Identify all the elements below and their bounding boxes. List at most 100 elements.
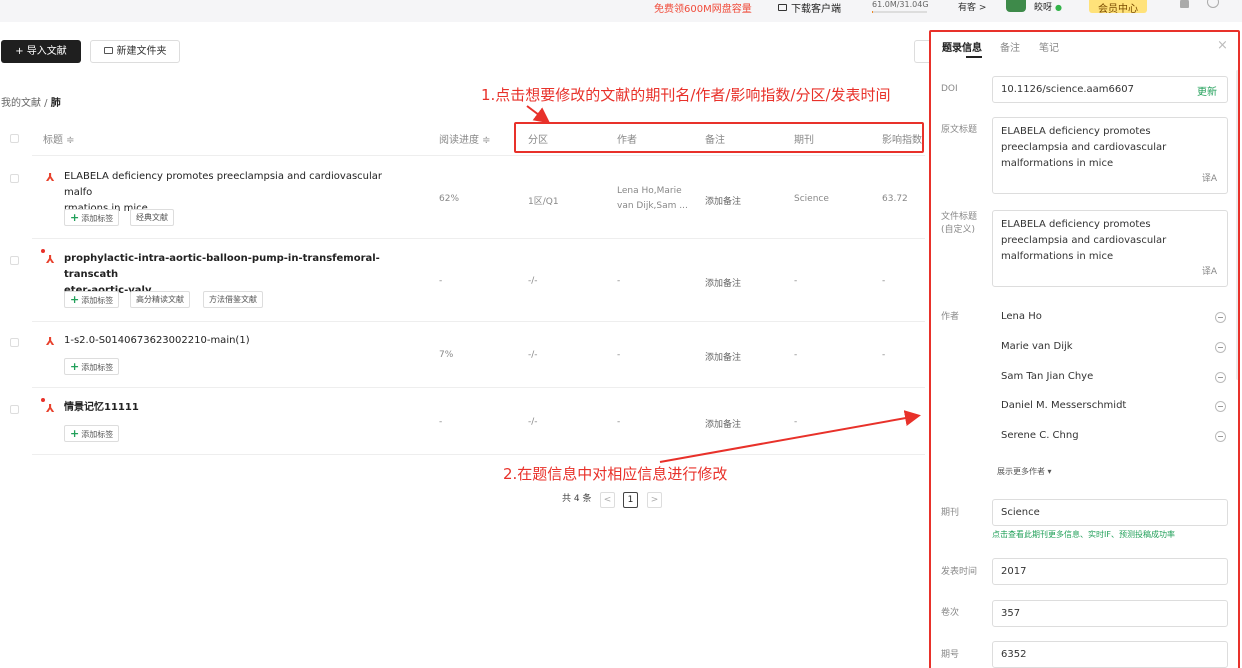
- volume-field[interactable]: 357: [992, 600, 1228, 627]
- select-all-checkbox[interactable]: [10, 134, 19, 143]
- bell-icon[interactable]: [1180, 0, 1189, 8]
- add-note-link[interactable]: 添加备注: [705, 350, 741, 363]
- add-tag-button[interactable]: + 添加标签: [64, 425, 120, 442]
- literature-title[interactable]: 情景记忆11111: [64, 400, 394, 416]
- journal-cell[interactable]: -: [794, 350, 797, 360]
- file-title-field[interactable]: ELABELA deficiency promotes preeclampsia…: [992, 210, 1228, 287]
- verified-shield-icon: ●: [1055, 3, 1062, 12]
- extra-menu[interactable]: 有客 >: [958, 0, 986, 13]
- reading-progress: -: [439, 276, 443, 286]
- promo-link[interactable]: 免费领600M网盘容量: [654, 0, 752, 15]
- pdf-file-icon: ⅄: [46, 335, 55, 348]
- impact-cell[interactable]: 63.72: [882, 194, 908, 204]
- user-name-label: 皎呀: [1034, 3, 1053, 13]
- remove-author-icon[interactable]: [1215, 401, 1226, 412]
- author-cell[interactable]: Lena Ho,Marie van Dijk,Sam ...: [617, 184, 697, 214]
- add-tag-button[interactable]: + 添加标签: [64, 291, 120, 308]
- doi-label: DOI: [941, 84, 958, 94]
- remove-author-icon[interactable]: [1215, 312, 1226, 323]
- tab-remarks[interactable]: 备注: [1000, 39, 1020, 54]
- author-entry[interactable]: Lena Ho: [1001, 311, 1042, 322]
- author-cell[interactable]: -: [617, 276, 620, 286]
- row-divider: [32, 387, 925, 388]
- tab-citation-info[interactable]: 题录信息: [942, 39, 982, 54]
- tag-chip[interactable]: 高分精读文献: [130, 291, 190, 308]
- impact-cell[interactable]: -: [882, 276, 885, 286]
- add-note-link[interactable]: 添加备注: [705, 417, 741, 430]
- volume-value: 357: [1001, 608, 1021, 619]
- row-checkbox[interactable]: [10, 256, 19, 265]
- column-header-title[interactable]: 标题 ≑: [43, 131, 75, 146]
- unread-dot: [41, 398, 45, 402]
- user-name[interactable]: 皎呀 ●: [1034, 0, 1062, 13]
- panel-scrollbar[interactable]: [1236, 70, 1239, 380]
- author-entry[interactable]: Sam Tan Jian Chye: [1001, 371, 1093, 382]
- translate-icon[interactable]: 译A: [1202, 264, 1217, 280]
- import-literature-button[interactable]: + 导入文献: [1, 40, 81, 63]
- original-title-field[interactable]: ELABELA deficiency promotes preeclampsia…: [992, 117, 1228, 194]
- download-client-label: 下载客户端: [791, 4, 841, 15]
- zone-cell[interactable]: 1区/Q1: [528, 194, 559, 207]
- row-checkbox[interactable]: [10, 174, 19, 183]
- add-tag-button[interactable]: + 添加标签: [64, 209, 120, 226]
- author-entry[interactable]: Marie van Dijk: [1001, 341, 1073, 352]
- avatar[interactable]: [1006, 0, 1026, 12]
- top-bar: 免费领600M网盘容量 下载客户端 61.0M/31.04G 有客 > 皎呀 ● …: [0, 0, 1242, 22]
- tag-chip[interactable]: 经典文献: [130, 209, 174, 226]
- breadcrumb-separator: /: [41, 98, 51, 109]
- journal-info-link[interactable]: 点击查看此期刊更多信息、实时IF、预测投稿成功率: [992, 529, 1175, 540]
- translate-icon[interactable]: 译A: [1202, 171, 1217, 187]
- journal-field[interactable]: Science: [992, 499, 1228, 526]
- add-tag-button[interactable]: + 添加标签: [64, 358, 120, 375]
- add-tag-label: 添加标签: [81, 430, 114, 439]
- reading-progress: 62%: [439, 194, 460, 204]
- tab-notes[interactable]: 笔记: [1039, 39, 1059, 54]
- row-divider: [32, 238, 925, 239]
- journal-cell[interactable]: -: [794, 417, 797, 427]
- row-divider: [32, 321, 925, 322]
- author-entry[interactable]: Daniel M. Messerschmidt: [1001, 400, 1126, 411]
- remove-author-icon[interactable]: [1215, 342, 1226, 353]
- download-client-link[interactable]: 下载客户端: [778, 0, 841, 15]
- zone-cell[interactable]: -/-: [528, 417, 538, 427]
- journal-label: 期刊: [941, 508, 960, 518]
- remove-author-icon[interactable]: [1215, 431, 1226, 442]
- unread-dot: [41, 249, 45, 253]
- close-icon[interactable]: ×: [1217, 38, 1228, 53]
- author-cell[interactable]: -: [617, 417, 620, 427]
- breadcrumb-root[interactable]: 我的文献: [1, 98, 41, 109]
- help-icon[interactable]: [1207, 0, 1219, 8]
- zone-cell[interactable]: -/-: [528, 350, 538, 360]
- journal-cell[interactable]: -: [794, 276, 797, 286]
- new-folder-button[interactable]: 新建文件夹: [90, 40, 180, 63]
- reading-progress: -: [439, 417, 443, 427]
- remove-author-icon[interactable]: [1215, 372, 1226, 383]
- pubdate-label: 发表时间: [941, 567, 978, 577]
- zone-cell[interactable]: -/-: [528, 276, 538, 286]
- doi-field[interactable]: 10.1126/science.aam6607: [992, 76, 1228, 103]
- tag-chip[interactable]: 方法借鉴文献: [203, 291, 263, 308]
- new-folder-label: 新建文件夹: [116, 46, 167, 57]
- impact-cell[interactable]: -: [882, 350, 885, 360]
- page-1-button[interactable]: 1: [623, 492, 638, 508]
- monitor-icon: [778, 4, 787, 11]
- pubdate-field[interactable]: 2017: [992, 558, 1228, 585]
- refresh-button[interactable]: 更新: [1197, 83, 1217, 98]
- journal-cell[interactable]: Science: [794, 194, 829, 204]
- column-header-progress[interactable]: 阅读进度 ≑: [439, 131, 491, 146]
- pdf-file-icon: ⅄: [46, 253, 55, 266]
- literature-title[interactable]: 1-s2.0-S0140673623002210-main(1): [64, 333, 394, 349]
- add-tag-label: 添加标签: [81, 214, 114, 223]
- issue-field[interactable]: 6352: [992, 641, 1228, 668]
- show-more-authors-button[interactable]: 展示更多作者 ▾: [997, 466, 1052, 477]
- row-checkbox[interactable]: [10, 405, 19, 414]
- volume-label: 卷次: [941, 608, 960, 618]
- row-checkbox[interactable]: [10, 338, 19, 347]
- author-cell[interactable]: -: [617, 350, 620, 360]
- author-entry[interactable]: Serene C. Chng: [1001, 430, 1079, 441]
- add-note-link[interactable]: 添加备注: [705, 194, 741, 207]
- prev-page-button[interactable]: <: [600, 492, 615, 508]
- vip-center-button[interactable]: 会员中心: [1089, 0, 1147, 15]
- add-note-link[interactable]: 添加备注: [705, 276, 741, 289]
- next-page-button[interactable]: >: [647, 492, 662, 508]
